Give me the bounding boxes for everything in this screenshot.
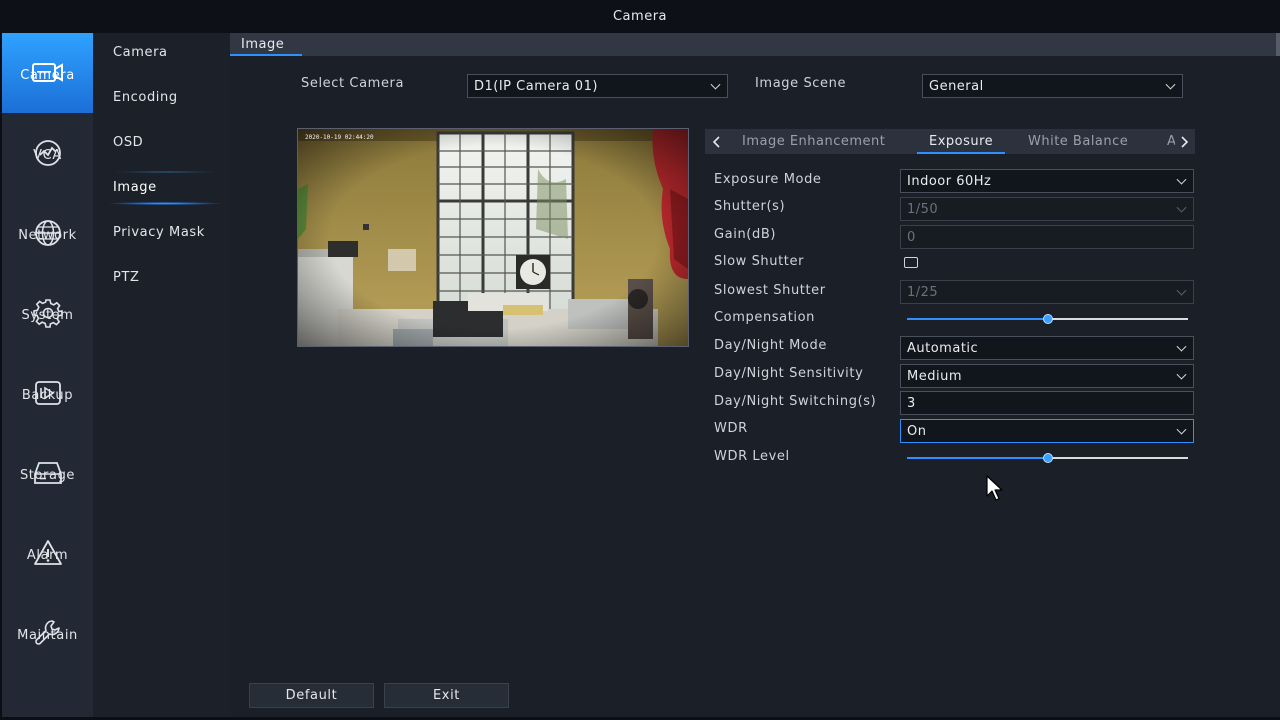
chevron-down-icon: [1176, 174, 1187, 185]
compensation-label: Compensation: [714, 310, 816, 325]
exposure-mode-value: Indoor 60Hz: [907, 173, 992, 189]
subnav-item-privacy-mask[interactable]: Privacy Mask: [113, 222, 205, 244]
shutter-value: 1/50: [907, 201, 939, 217]
main-nav: Camera VCA Network System Backup Storage: [2, 33, 93, 717]
tab-strip: Image: [230, 33, 1280, 56]
day-night-sensitivity-dropdown[interactable]: Medium: [900, 364, 1194, 388]
wdr-value: On: [907, 423, 927, 439]
slow-shutter-label: Slow Shutter: [714, 254, 805, 269]
select-camera-dropdown[interactable]: D1(IP Camera 01): [467, 74, 728, 98]
compensation-slider[interactable]: [907, 311, 1188, 327]
exposure-mode-label: Exposure Mode: [714, 172, 822, 187]
tab-image-enhancement[interactable]: Image Enhancement: [742, 129, 885, 154]
day-night-switching-value: 3: [907, 395, 916, 411]
nav-label-camera: Camera: [20, 67, 75, 83]
nav-item-system[interactable]: System: [2, 273, 93, 353]
day-night-mode-dropdown[interactable]: Automatic: [900, 336, 1194, 360]
slider-fill: [907, 457, 1048, 459]
subnav-item-osd[interactable]: OSD: [113, 132, 143, 154]
param-tabs: Image Enhancement Exposure White Balance…: [705, 129, 1195, 154]
nav-label-alarm: Alarm: [26, 547, 69, 563]
nav-label-system: System: [21, 307, 74, 323]
tab-image[interactable]: Image: [230, 33, 302, 56]
select-camera-value: D1(IP Camera 01): [474, 78, 598, 94]
select-camera-label: Select Camera: [301, 76, 405, 91]
gain-value: 0: [907, 229, 916, 245]
nav-label-backup: Backup: [21, 387, 74, 403]
chevron-left-icon: [712, 135, 720, 148]
day-night-switching-input[interactable]: 3: [900, 391, 1194, 415]
camera-preview: 2020-10-19 02:44:20: [297, 128, 689, 347]
nav-label-storage: Storage: [19, 467, 76, 483]
slowest-shutter-label: Slowest Shutter: [714, 283, 826, 298]
day-night-sensitivity-value: Medium: [907, 368, 962, 384]
day-night-mode-value: Automatic: [907, 340, 979, 356]
preview-scene-image: [298, 129, 688, 346]
chevron-down-icon: [1165, 79, 1176, 90]
tab-white-balance[interactable]: White Balance: [1028, 129, 1128, 154]
window-title: Camera: [0, 0, 1280, 33]
slowest-shutter-value: 1/25: [907, 284, 939, 300]
day-night-mode-label: Day/Night Mode: [714, 338, 827, 353]
wdr-dropdown[interactable]: On: [900, 419, 1194, 443]
slider-thumb[interactable]: [1042, 314, 1053, 324]
image-scene-value: General: [929, 78, 984, 94]
subnav-active-glow-top: [110, 171, 220, 173]
slider-fill: [907, 318, 1048, 320]
nav-label-maintain: Maintain: [17, 627, 78, 643]
shutter-dropdown[interactable]: 1/50: [900, 197, 1194, 221]
tab-exposure[interactable]: Exposure: [916, 129, 1006, 154]
chevron-down-icon: [1176, 341, 1187, 352]
subnav-item-encoding[interactable]: Encoding: [113, 87, 178, 109]
chevron-down-icon: [1176, 369, 1187, 380]
default-button[interactable]: Default: [249, 683, 374, 708]
wdr-level-slider[interactable]: [907, 450, 1188, 466]
chevron-down-icon: [1176, 424, 1187, 435]
exit-button[interactable]: Exit: [384, 683, 509, 708]
slider-thumb[interactable]: [1042, 453, 1053, 463]
chevron-down-icon: [710, 79, 721, 90]
subnav-item-image[interactable]: Image: [113, 177, 157, 199]
slow-shutter-checkbox[interactable]: [904, 257, 918, 268]
day-night-sensitivity-label: Day/Night Sensitivity: [714, 366, 864, 381]
day-night-switching-label: Day/Night Switching(s): [714, 394, 877, 409]
nav-item-storage[interactable]: Storage: [2, 433, 93, 513]
tab-next-button[interactable]: [1174, 129, 1194, 154]
preview-timestamp: 2020-10-19 02:44:20: [305, 134, 374, 141]
sub-nav: Camera Encoding OSD Image Privacy Mask P…: [93, 33, 230, 717]
image-scene-dropdown[interactable]: General: [922, 74, 1183, 98]
nav-item-maintain[interactable]: Maintain: [2, 593, 93, 673]
nav-label-vca: VCA: [33, 147, 62, 163]
nav-item-network[interactable]: Network: [2, 193, 93, 273]
wdr-label: WDR: [714, 421, 748, 436]
nav-item-camera[interactable]: Camera: [2, 33, 93, 113]
image-scene-label: Image Scene: [755, 76, 847, 91]
subnav-active-indicator: [110, 202, 220, 205]
chevron-down-icon: [1176, 285, 1187, 296]
tab-scrollbar[interactable]: [1276, 33, 1280, 56]
chevron-down-icon: [1176, 202, 1187, 213]
nav-label-network: Network: [18, 227, 77, 243]
slowest-shutter-dropdown[interactable]: 1/25: [900, 280, 1194, 304]
subnav-item-ptz[interactable]: PTZ: [113, 267, 140, 289]
gain-input[interactable]: 0: [900, 225, 1194, 249]
wdr-level-label: WDR Level: [714, 449, 790, 464]
tab-prev-button[interactable]: [707, 129, 727, 154]
nav-item-backup[interactable]: Backup: [2, 353, 93, 433]
subnav-item-camera[interactable]: Camera: [113, 42, 168, 64]
nav-item-vca[interactable]: VCA: [2, 113, 93, 193]
nav-item-alarm[interactable]: Alarm: [2, 513, 93, 593]
shutter-label: Shutter(s): [714, 199, 786, 214]
chevron-right-icon: [1181, 135, 1189, 148]
mouse-cursor-icon: [986, 475, 1003, 501]
gain-label: Gain(dB): [714, 227, 777, 242]
exposure-mode-dropdown[interactable]: Indoor 60Hz: [900, 169, 1194, 193]
